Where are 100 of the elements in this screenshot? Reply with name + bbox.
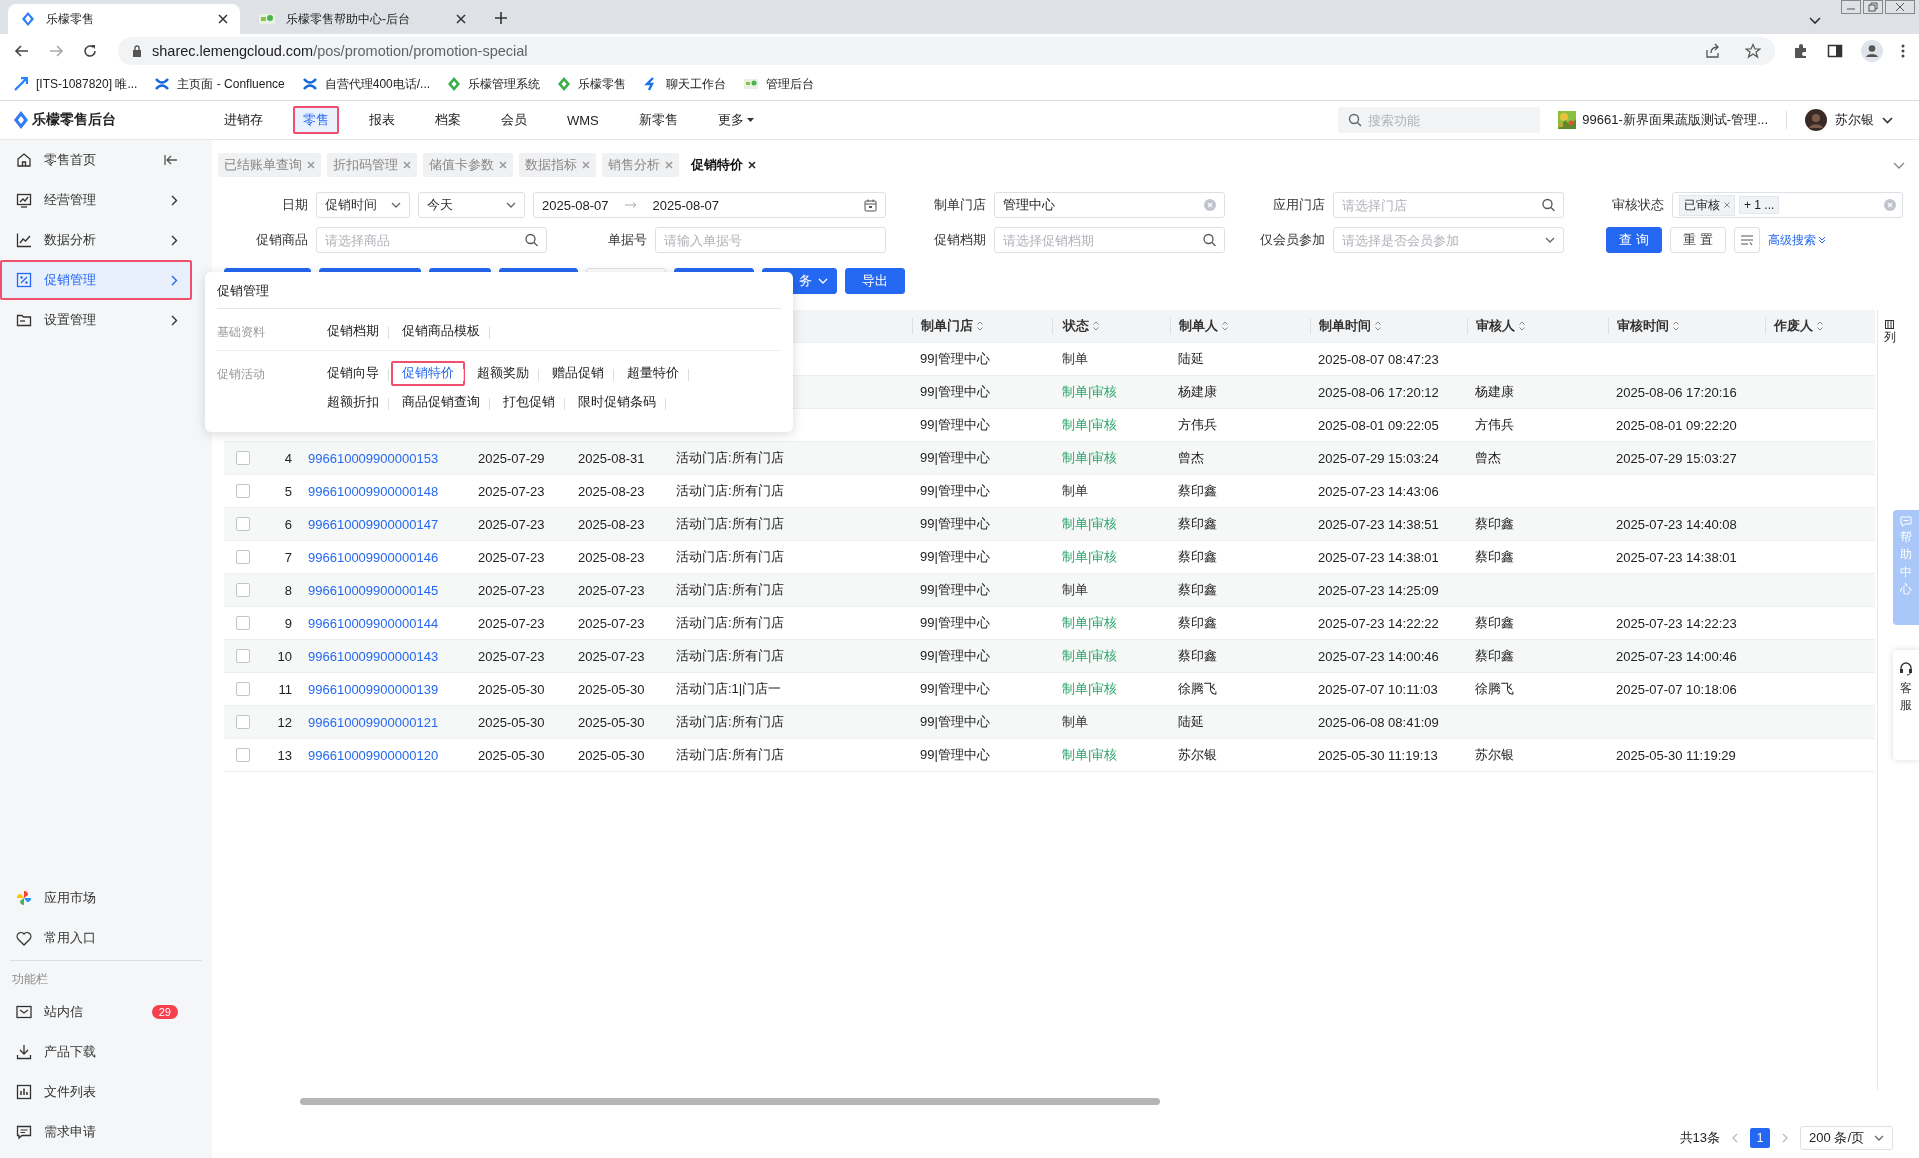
document-number-link[interactable]: 996610009900000146 bbox=[308, 549, 439, 565]
bookmark[interactable]: 聊天工作台 bbox=[644, 75, 727, 93]
column-header[interactable]: 制单时间 bbox=[1319, 317, 1371, 335]
select-field[interactable]: 促销时间 bbox=[316, 192, 410, 218]
forward-icon[interactable] bbox=[48, 43, 64, 59]
page-size-select[interactable]: 200 条/页 bbox=[1800, 1126, 1893, 1150]
next-page-icon[interactable] bbox=[1782, 1133, 1789, 1143]
menu-link[interactable]: 商品促销查询 bbox=[391, 390, 491, 415]
address-bar[interactable]: sharec.lemengcloud.com/pos/promotion/promotion-special bbox=[118, 37, 1775, 65]
sort-icon[interactable] bbox=[1817, 321, 1823, 331]
document-number-link[interactable]: 996610009900000148 bbox=[308, 483, 439, 499]
sidebar-item[interactable]: 数据分析 bbox=[0, 220, 192, 260]
search-field[interactable]: 请选择促销档期 bbox=[994, 227, 1225, 253]
bookmark[interactable]: [ITS-1087820] 唯... bbox=[14, 75, 138, 93]
bookmark[interactable]: 乐檬零售 bbox=[558, 75, 627, 93]
customer-service-tab[interactable]: 客服 bbox=[1893, 650, 1919, 760]
export-button[interactable]: 导出 bbox=[845, 268, 905, 294]
nav-item[interactable]: 进销存 bbox=[214, 106, 273, 134]
menu-link[interactable]: 促销向导 bbox=[316, 361, 390, 386]
more-tag[interactable]: + 1 ... bbox=[1739, 196, 1780, 214]
sort-icon[interactable] bbox=[1093, 321, 1099, 331]
close-icon[interactable] bbox=[218, 14, 228, 24]
column-header[interactable]: 制单门店 bbox=[921, 317, 973, 335]
sort-icon[interactable] bbox=[1222, 321, 1228, 331]
sort-icon[interactable] bbox=[977, 321, 983, 331]
query-button[interactable]: 查 询 bbox=[1606, 227, 1662, 253]
search-field[interactable]: 请选择门店 bbox=[1333, 192, 1564, 218]
date-range-field[interactable]: 2025-08-07 2025-08-07 bbox=[533, 192, 886, 218]
text-field[interactable]: 请输入单据号 bbox=[655, 227, 886, 253]
row-checkbox[interactable] bbox=[236, 484, 250, 498]
restore-icon[interactable] bbox=[1863, 0, 1883, 14]
sidebar-item[interactable]: 需求申请 bbox=[0, 1112, 192, 1152]
column-header[interactable]: 作废人 bbox=[1774, 317, 1813, 335]
sidebar-item[interactable]: 应用市场 bbox=[0, 878, 192, 918]
user-menu[interactable]: 苏尔银 bbox=[1805, 109, 1893, 131]
reload-icon[interactable] bbox=[82, 43, 98, 59]
row-checkbox[interactable] bbox=[236, 715, 250, 729]
tag-select-field[interactable]: 已审核 + 1 ... bbox=[1672, 192, 1903, 218]
menu-link[interactable]: 促销商品模板 bbox=[391, 319, 491, 344]
sort-icon[interactable] bbox=[1375, 321, 1381, 331]
nav-item[interactable]: 新零售 bbox=[628, 106, 688, 134]
chevron-down-icon[interactable] bbox=[1809, 17, 1821, 25]
bookmark[interactable]: 乐檬管理系统 bbox=[448, 75, 541, 93]
minimize-icon[interactable] bbox=[1841, 0, 1861, 14]
menu-link[interactable]: 促销特价 bbox=[391, 361, 465, 386]
menu-link[interactable]: 超量特价 bbox=[616, 361, 690, 386]
sort-icon[interactable] bbox=[1519, 321, 1525, 331]
document-number-link[interactable]: 996610009900000145 bbox=[308, 582, 439, 598]
bookmark[interactable]: 主页面 - Confluence bbox=[155, 75, 285, 93]
document-number-link[interactable]: 996610009900000120 bbox=[308, 747, 439, 763]
select-field[interactable]: 今天 bbox=[418, 192, 525, 218]
side-panel-icon[interactable] bbox=[1827, 43, 1843, 59]
row-checkbox[interactable] bbox=[236, 649, 250, 663]
sidebar-item[interactable]: 站内信 29 bbox=[0, 992, 192, 1032]
sidebar-item[interactable]: 设置管理 bbox=[0, 300, 192, 340]
document-number-link[interactable]: 996610009900000139 bbox=[308, 681, 439, 697]
row-checkbox[interactable] bbox=[236, 748, 250, 762]
column-header[interactable]: 审核时间 bbox=[1617, 317, 1669, 335]
share-icon[interactable] bbox=[1705, 43, 1721, 59]
row-checkbox[interactable] bbox=[236, 583, 250, 597]
close-icon[interactable] bbox=[748, 161, 756, 169]
document-number-link[interactable]: 996610009900000121 bbox=[308, 714, 439, 730]
sidebar-item[interactable]: 常用入口 bbox=[0, 918, 192, 958]
bookmark[interactable]: 自营代理400电话/... bbox=[302, 75, 431, 93]
reset-button[interactable]: 重 置 bbox=[1670, 227, 1726, 253]
browser-tab[interactable]: 乐檬零售 bbox=[8, 4, 240, 34]
column-header[interactable]: 审核人 bbox=[1476, 317, 1515, 335]
scrollbar-thumb[interactable] bbox=[300, 1098, 1160, 1105]
row-checkbox[interactable] bbox=[236, 682, 250, 696]
document-number-link[interactable]: 996610009900000144 bbox=[308, 615, 439, 631]
sidebar-item[interactable]: 产品下载 bbox=[0, 1032, 192, 1072]
select-field[interactable]: 请选择是否会员参加 bbox=[1333, 227, 1564, 253]
menu-link[interactable]: 限时促销条码 bbox=[567, 390, 667, 415]
close-icon[interactable] bbox=[456, 14, 466, 24]
nav-item[interactable]: WMS bbox=[557, 107, 609, 133]
menu-link[interactable]: 赠品促销 bbox=[541, 361, 615, 386]
row-checkbox[interactable] bbox=[236, 550, 250, 564]
sidebar-item[interactable]: 经营管理 bbox=[0, 180, 192, 220]
nav-item[interactable]: 零售 bbox=[293, 106, 339, 134]
column-header[interactable]: 状态 bbox=[1063, 317, 1089, 335]
nav-item[interactable]: 更多 bbox=[707, 106, 764, 134]
filter-settings-button[interactable] bbox=[1734, 227, 1760, 253]
store-selector[interactable]: 99661-新界面果蔬版测试-管理... bbox=[1558, 111, 1768, 129]
advanced-search-link[interactable]: 高级搜索 bbox=[1768, 231, 1826, 249]
document-number-link[interactable]: 996610009900000143 bbox=[308, 648, 439, 664]
menu-link[interactable]: 超额奖励 bbox=[466, 361, 540, 386]
nav-item[interactable]: 报表 bbox=[359, 106, 405, 134]
puzzle-icon[interactable] bbox=[1793, 43, 1809, 59]
menu-icon[interactable] bbox=[1901, 44, 1905, 58]
document-number-link[interactable]: 996610009900000153 bbox=[308, 450, 439, 466]
page-button[interactable]: 1 bbox=[1750, 1128, 1771, 1148]
clear-icon[interactable] bbox=[1204, 199, 1216, 211]
filter-tag[interactable]: 已审核 bbox=[1679, 194, 1735, 216]
clear-icon[interactable] bbox=[1884, 199, 1896, 211]
nav-item[interactable]: 档案 bbox=[425, 106, 471, 134]
new-tab-icon[interactable] bbox=[494, 11, 508, 25]
profile-icon[interactable] bbox=[1861, 40, 1883, 62]
document-number-link[interactable]: 996610009900000147 bbox=[308, 516, 439, 532]
search-field[interactable]: 请选择商品 bbox=[316, 227, 547, 253]
row-checkbox[interactable] bbox=[236, 616, 250, 630]
